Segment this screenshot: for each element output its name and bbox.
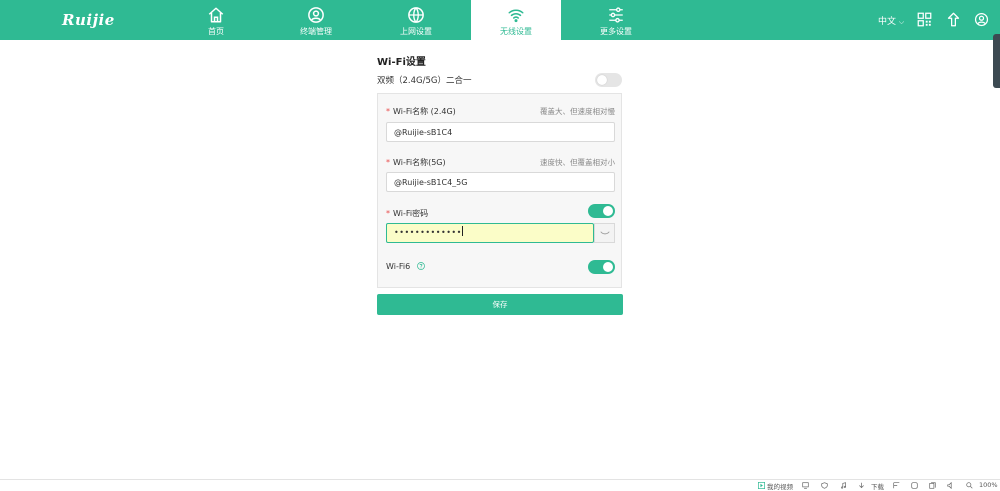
ssid-5-label: Wi-Fi名称(5G) [393, 158, 446, 167]
nav-wireless[interactable]: 无线设置 [471, 0, 561, 40]
download-icon[interactable] [858, 482, 865, 489]
brand-logo[interactable]: Ruijie [62, 11, 115, 29]
text-cursor [461, 226, 463, 236]
nav-internet[interactable]: 上网设置 [371, 0, 461, 40]
qrcode-icon[interactable] [917, 12, 932, 27]
password-toggle[interactable] [588, 204, 615, 218]
toggle-knob [603, 206, 613, 216]
copy-icon[interactable] [929, 482, 936, 489]
nav-home[interactable]: 首页 [171, 0, 261, 40]
ssid-5-input[interactable] [386, 172, 615, 192]
globe-icon [408, 7, 424, 23]
speaker-icon[interactable] [947, 482, 954, 489]
ssid-24-hint: 覆盖大、但速度相对慢 [540, 107, 615, 116]
zoom-level[interactable]: 100% [979, 481, 998, 489]
password-value: ••••••••••••• [394, 228, 462, 237]
music-icon[interactable] [840, 482, 847, 489]
nav-home-label: 首页 [208, 27, 224, 36]
wifi6-toggle[interactable] [588, 260, 615, 274]
chevron-down-icon: ⌵ [898, 18, 905, 26]
dual-band-toggle[interactable] [595, 73, 622, 87]
shield-icon[interactable] [821, 482, 828, 489]
page-title: Wi-Fi设置 [377, 57, 426, 68]
ssid-5-label-row: * Wi-Fi名称(5G) [386, 157, 446, 168]
language-selector[interactable]: 中文 ⌵ [878, 14, 904, 27]
nav-more[interactable]: 更多设置 [571, 0, 661, 40]
wifi-settings-panel: *Wi-Fi名称 (2.4G) 覆盖大、但速度相对慢 *Wi-Fi名称(5G) … [377, 93, 622, 288]
save-button[interactable]: 保存 [377, 294, 623, 315]
ssid-24-label: Wi-Fi名称 (2.4G) [393, 107, 456, 116]
password-label-row: * Wi-Fi密码 [386, 208, 428, 219]
dual-band-label: 双频（2.4G/5G）二合一 [377, 76, 472, 86]
help-icon[interactable] [416, 262, 425, 270]
home-icon [208, 7, 224, 23]
nav-clients[interactable]: 终端管理 [271, 0, 361, 40]
eye-closed-icon [600, 231, 610, 235]
nav-internet-label: 上网设置 [400, 27, 432, 36]
password-input[interactable]: ••••••••••••• [386, 223, 594, 243]
account-icon[interactable] [974, 12, 989, 27]
sliders-icon [609, 7, 623, 23]
toggle-knob [603, 262, 613, 272]
password-label: Wi-Fi密码 [393, 209, 429, 218]
wifi6-label-row: Wi-Fi6 [386, 262, 425, 271]
ssid-5-hint: 速度快、但覆盖相对小 [540, 158, 615, 167]
nav-more-label: 更多设置 [600, 27, 632, 36]
required-mark: * [386, 107, 390, 116]
language-label: 中文 [878, 17, 897, 27]
user-circle-icon [308, 7, 324, 23]
required-mark: * [386, 209, 390, 218]
ssid-24-input[interactable] [386, 122, 615, 142]
window-icon[interactable] [893, 482, 900, 489]
nav-wireless-label: 无线设置 [500, 27, 532, 36]
nav-clients-label: 终端管理 [300, 27, 332, 36]
upgrade-icon[interactable] [946, 12, 961, 27]
show-password-button[interactable] [594, 223, 615, 243]
toggle-knob [597, 75, 607, 85]
top-navigation-bar: Ruijie 首页 终端管理 上网设置 无线设置 更多设置 中文 ⌵ [0, 0, 1000, 40]
monitor-icon[interactable] [802, 482, 809, 489]
browser-status-bar: 我的视频 下载 100% [0, 479, 1000, 491]
wifi-icon [508, 9, 524, 23]
ssid-24-label-row: * Wi-Fi名称 (2.4G) [386, 106, 456, 117]
zoom-icon[interactable] [966, 482, 973, 489]
side-floating-tab[interactable] [993, 34, 1000, 88]
screenshot-icon[interactable] [911, 482, 918, 489]
video-icon[interactable] [758, 482, 765, 489]
wifi6-label: Wi-Fi6 [386, 262, 411, 271]
required-mark: * [386, 158, 390, 167]
